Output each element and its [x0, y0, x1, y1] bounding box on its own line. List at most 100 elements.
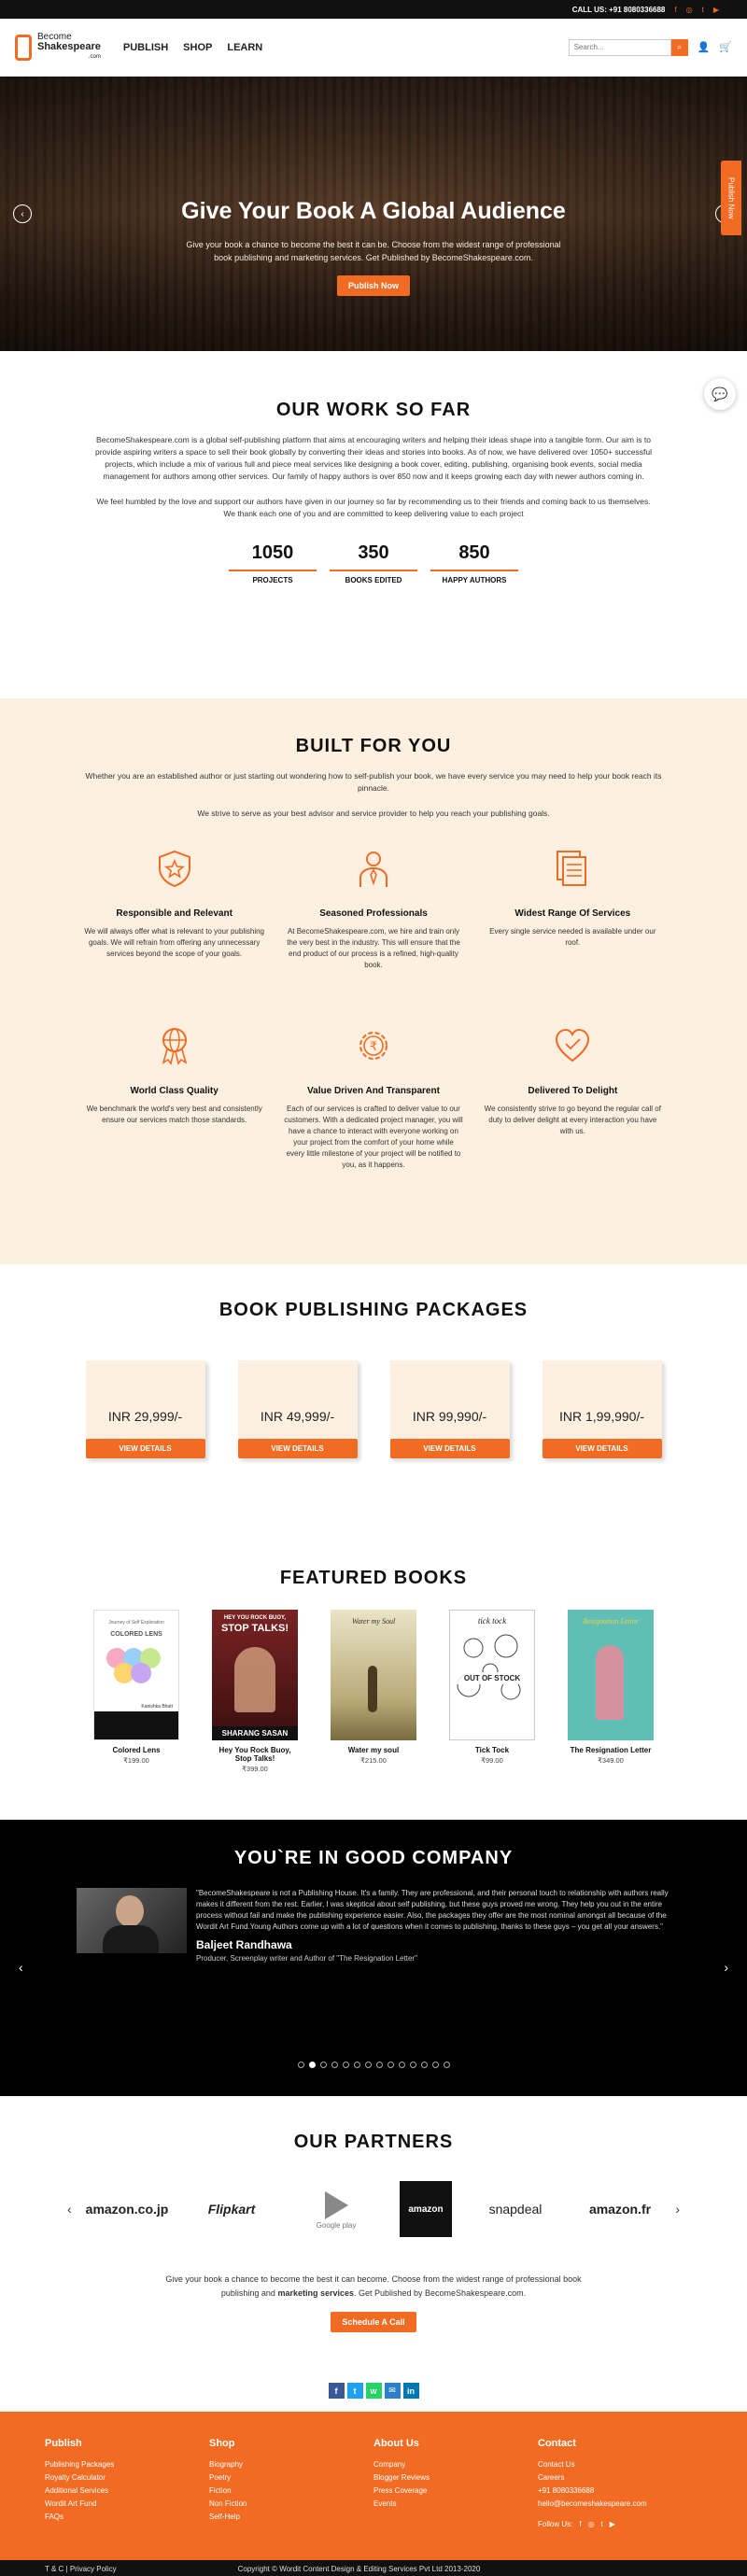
view-details-button[interactable]: VIEW DETAILS [389, 1439, 510, 1458]
site-logo[interactable]: Become Shakespeare .com [15, 32, 101, 63]
nav-learn[interactable]: LEARN [227, 42, 262, 53]
footer-link[interactable]: Additional Services [45, 2485, 209, 2498]
publish-now-button[interactable]: Publish Now [337, 275, 410, 296]
partners-next-arrow-icon[interactable]: › [675, 2202, 680, 2217]
instagram-icon[interactable]: ◎ [686, 6, 693, 14]
carousel-dot[interactable] [375, 2062, 383, 2068]
book-card[interactable]: Resignation Letter The Resignation Lette… [568, 1610, 654, 1773]
partner-logos: ‹ amazon.co.jp Flipkart Google play amaz… [0, 2181, 747, 2237]
book-card[interactable]: tick tock OUT OF STOCK Tick Tock ₹99.00 [449, 1610, 535, 1773]
footer-link[interactable]: Poetry [209, 2471, 374, 2485]
footer-link[interactable]: +91 8080336688 [538, 2485, 702, 2498]
footer-link[interactable]: FAQs [45, 2511, 209, 2524]
book-title[interactable]: Tick Tock [449, 1746, 535, 1754]
email-icon[interactable]: ✉ [384, 2383, 401, 2399]
footer-link[interactable]: Company [374, 2458, 538, 2471]
feature-text: Each of our services is crafted to deliv… [284, 1105, 463, 1169]
footer-link[interactable]: Publishing Packages [45, 2458, 209, 2471]
book-cover[interactable]: Resignation Letter [568, 1610, 654, 1740]
package-card: INR 49,999/- VIEW DETAILS [237, 1360, 358, 1458]
carousel-dot[interactable] [387, 2062, 394, 2068]
facebook-icon[interactable]: f [328, 2383, 345, 2399]
carousel-dot[interactable] [308, 2062, 316, 2068]
facebook-icon[interactable]: f [579, 2520, 581, 2528]
testimonial-title: YOU`RE IN GOOD COMPANY [233, 1848, 514, 1868]
carousel-dot[interactable] [420, 2062, 428, 2068]
footer-link[interactable]: Royalty Calculator [45, 2471, 209, 2485]
twitter-icon[interactable]: t [346, 2383, 363, 2399]
view-details-button[interactable]: VIEW DETAILS [85, 1439, 205, 1458]
view-details-button[interactable]: VIEW DETAILS [542, 1439, 662, 1458]
footer-link[interactable]: Fiction [209, 2485, 374, 2498]
stat-label: BOOKS EDITED [345, 576, 402, 584]
search-button[interactable]: ⌕ [670, 38, 688, 56]
book-cover[interactable]: Water my Soul [331, 1610, 416, 1740]
book-cover[interactable]: tick tock OUT OF STOCK [449, 1610, 535, 1740]
search-input[interactable] [568, 38, 671, 56]
footer-col-title: Contact [538, 2438, 576, 2449]
youtube-icon[interactable]: ▶ [713, 6, 719, 14]
whatsapp-icon[interactable]: w [365, 2383, 382, 2399]
carousel-dot[interactable] [398, 2062, 405, 2068]
carousel-dot[interactable] [342, 2062, 349, 2068]
carousel-dot[interactable] [409, 2062, 416, 2068]
carousel-dot[interactable] [353, 2062, 360, 2068]
view-details-button[interactable]: VIEW DETAILS [237, 1439, 358, 1458]
book-cover[interactable]: Journey of Self Exploration COLORED LENS… [93, 1610, 179, 1740]
carousel-dot[interactable] [431, 2062, 439, 2068]
footer-link[interactable]: Events [374, 2498, 538, 2511]
nav-publish[interactable]: PUBLISH [123, 42, 168, 53]
book-price: ₹399.00 [242, 1765, 268, 1773]
carousel-dot[interactable] [331, 2062, 338, 2068]
out-of-stock-badge: OUT OF STOCK [450, 1672, 534, 1684]
feature-card: Widest Range Of Services Every single se… [483, 848, 663, 1025]
feature-card: Responsible and Relevant We will always … [84, 848, 264, 1025]
footer-link[interactable]: Contact Us [538, 2458, 702, 2471]
book-card[interactable]: Water my Soul Water my soul ₹215.00 [331, 1610, 416, 1773]
linkedin-icon[interactable]: in [402, 2383, 419, 2399]
youtube-icon[interactable]: ▶ [610, 2520, 615, 2528]
account-icon[interactable]: 👤 [698, 41, 711, 53]
footer-link[interactable]: Non Fiction [209, 2498, 374, 2511]
chat-icon[interactable]: 💬 [704, 378, 736, 410]
carousel-dot[interactable] [319, 2062, 327, 2068]
terms-privacy-links[interactable]: T & C | Privacy Policy [45, 2565, 117, 2573]
footer-link[interactable]: Press Coverage [374, 2485, 538, 2498]
footer-link[interactable]: Blogger Reviews [374, 2471, 538, 2485]
instagram-icon[interactable]: ◎ [588, 2520, 595, 2528]
publish-now-side-tab[interactable]: Publish Now [721, 161, 741, 235]
feature-title: Responsible and Relevant [116, 908, 233, 919]
book-card[interactable]: HEY YOU ROCK BUOY, STOP TALKS! SHARANG S… [212, 1610, 298, 1773]
footer-link[interactable]: Careers [538, 2471, 702, 2485]
facebook-icon[interactable]: f [674, 6, 676, 14]
partners-prev-arrow-icon[interactable]: ‹ [67, 2202, 72, 2217]
follow-us-label: Follow Us: [538, 2520, 573, 2528]
rupee-gear-icon: ₹ [359, 1032, 388, 1060]
work-section: OUR WORK SO FAR BecomeShakespeare.com is… [0, 351, 747, 698]
book-title[interactable]: Water my soul [331, 1746, 416, 1754]
footer-link[interactable]: Wordit Art Fund [45, 2498, 209, 2511]
book-title[interactable]: Colored Lens [93, 1746, 179, 1754]
book-title[interactable]: The Resignation Letter [568, 1746, 654, 1754]
footer-link[interactable]: Self-Help [209, 2511, 374, 2524]
testimonial-prev-arrow-icon[interactable]: ‹ [19, 1960, 23, 1975]
footer-link[interactable]: hello@becomeshakespeare.com [538, 2498, 702, 2511]
feature-text: At BecomeShakespeare.com, we hire and tr… [287, 927, 460, 969]
heart-icon [556, 1028, 590, 1063]
testimonial-section: YOU`RE IN GOOD COMPANY "BecomeShakespear… [0, 1820, 747, 2096]
schedule-call-button[interactable]: Schedule A Call [331, 2312, 416, 2332]
cart-icon[interactable]: 🛒 [719, 41, 732, 53]
testimonial-next-arrow-icon[interactable]: › [724, 1960, 728, 1975]
nav-shop[interactable]: SHOP [183, 42, 212, 53]
twitter-icon[interactable]: t [601, 2520, 603, 2528]
book-cover[interactable]: HEY YOU ROCK BUOY, STOP TALKS! SHARANG S… [212, 1610, 298, 1740]
twitter-icon[interactable]: t [702, 6, 704, 14]
carousel-dot[interactable] [297, 2062, 304, 2068]
built-para1: Whether you are an established author or… [85, 771, 662, 793]
footer-link[interactable]: Biography [209, 2458, 374, 2471]
carousel-dot[interactable] [364, 2062, 372, 2068]
book-card[interactable]: Journey of Self Exploration COLORED LENS… [93, 1610, 179, 1773]
stat-books-edited: 350 BOOKS EDITED [330, 542, 417, 584]
book-title[interactable]: Hey You Rock Buoy, Stop Talks! [212, 1746, 298, 1763]
carousel-dot[interactable] [443, 2062, 450, 2068]
